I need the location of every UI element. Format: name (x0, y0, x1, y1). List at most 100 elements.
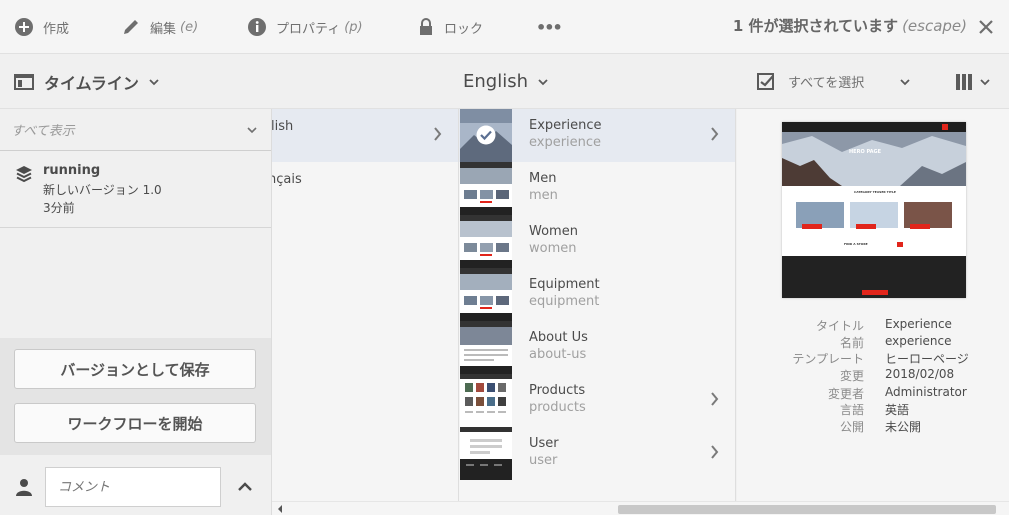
column-item-equipment[interactable]: Equipment equipment (459, 268, 735, 321)
column-item-about-us[interactable]: About Us about-us (459, 321, 735, 374)
checkbox-icon (757, 72, 774, 90)
item-title: Products (529, 383, 586, 398)
column-item-french[interactable]: nçais (272, 162, 458, 215)
breadcrumb[interactable]: English (463, 54, 548, 109)
chevron-down-icon (538, 78, 548, 85)
lock-button[interactable]: ロック (417, 14, 483, 40)
page-thumbnail (460, 374, 512, 427)
timeline-filter[interactable]: すべて表示 (0, 109, 271, 151)
more-actions-button[interactable]: ••• (536, 14, 563, 40)
chevron-right-icon[interactable] (433, 127, 442, 141)
rail-actions: バージョンとして保存 ワークフローを開始 (0, 338, 271, 455)
select-all-label: すべてを選択 (788, 76, 865, 91)
chevron-up-icon[interactable] (237, 482, 253, 492)
item-label: lish (272, 119, 294, 134)
properties-shortcut: (p) (344, 19, 363, 35)
property-label-modified-by: 変更者 (827, 387, 864, 401)
column-language: lish nçais (272, 109, 459, 501)
column-item-women[interactable]: Women women (459, 215, 735, 268)
properties-label: プロパティ (276, 21, 341, 37)
page-thumbnail (460, 427, 512, 480)
version-name: running (43, 163, 101, 178)
page-thumbnail (460, 109, 512, 162)
close-icon (979, 20, 993, 34)
item-name: women (529, 241, 577, 256)
property-value-title: Experience (885, 317, 952, 331)
item-title: About Us (529, 330, 588, 345)
item-label: nçais (272, 172, 302, 187)
column-view-icon (956, 73, 972, 90)
scrollbar-thumb[interactable] (618, 505, 996, 514)
comment-input[interactable] (45, 467, 221, 507)
item-name: men (529, 188, 558, 203)
chevron-right-icon[interactable] (710, 127, 719, 141)
column-item-men[interactable]: Men men (459, 162, 735, 215)
column-item-experience[interactable]: Experience experience (459, 109, 735, 162)
preview-hero-text: HERO PAGE (849, 149, 882, 155)
horizontal-scrollbar[interactable] (272, 501, 1009, 515)
item-title: Women (529, 224, 578, 239)
property-value-published: 未公開 (885, 420, 922, 434)
edit-button[interactable]: 編集 (e) (121, 14, 198, 40)
property-label-language: 言語 (839, 403, 864, 417)
start-workflow-button[interactable]: ワークフローを開始 (14, 403, 256, 443)
lock-label: ロック (444, 21, 484, 37)
column-item-english[interactable]: lish (272, 109, 458, 162)
property-label-template: テンプレート (792, 352, 864, 366)
page-thumbnail (460, 321, 512, 374)
chevron-down-icon (900, 78, 910, 85)
property-value-language: 英語 (885, 403, 910, 417)
properties-button[interactable]: プロパティ (p) (247, 14, 363, 40)
item-name: about-us (529, 347, 587, 362)
close-selection-button[interactable] (975, 16, 997, 38)
item-name: experience (529, 135, 602, 150)
rail-icon (14, 73, 34, 90)
item-name: equipment (529, 294, 600, 309)
timeline-version-item[interactable]: running 新しいバージョン 1.0 3分前 (0, 152, 271, 228)
version-description: 新しいバージョン 1.0 (43, 183, 162, 197)
scroll-left-arrow-icon[interactable] (277, 505, 283, 513)
preview-store-text: FIND A STORE (844, 242, 868, 246)
breadcrumb-title: English (463, 71, 528, 92)
chevron-down-icon (247, 127, 257, 134)
property-value-template: ヒーローページ (885, 352, 969, 366)
chevron-down-icon (149, 78, 159, 85)
chevron-right-icon[interactable] (710, 392, 719, 406)
select-all-button[interactable]: すべてを選択 (756, 54, 864, 109)
info-icon (248, 18, 266, 36)
column-item-user[interactable]: User user (459, 427, 735, 480)
lock-icon (420, 18, 432, 35)
pencil-icon (124, 20, 138, 34)
version-time: 3分前 (43, 201, 75, 215)
column-pages: Experience experience Men men Women wome… (459, 109, 736, 501)
preview-teaser-title: CATEGORY TEASER TITLE (854, 190, 896, 194)
item-name: products (529, 400, 586, 415)
select-all-dropdown[interactable] (900, 54, 910, 109)
rail-selector[interactable]: タイムライン (14, 54, 159, 109)
item-title: User (529, 436, 559, 451)
selection-count-text: 1 件が選択されています (732, 17, 899, 35)
create-label: 作成 (43, 21, 70, 37)
page-preview-thumbnail: HERO PAGE CATEGORY TEASER TITLE FIND A S… (782, 122, 966, 298)
property-value-modified-by: Administrator (885, 385, 967, 399)
action-bar: 作成 編集 (e) プロパティ (p) ロック ••• 1 件が選択されています… (0, 0, 1009, 54)
edit-label: 編集 (150, 21, 177, 37)
selection-shortcut: (escape) (902, 17, 967, 35)
save-as-version-button[interactable]: バージョンとして保存 (14, 349, 256, 389)
comment-area (0, 455, 271, 515)
layers-icon (16, 166, 32, 183)
filter-label: すべて表示 (11, 124, 75, 139)
item-title: Men (529, 171, 557, 186)
chevron-right-icon[interactable] (710, 445, 719, 459)
item-name: user (529, 453, 558, 468)
create-button[interactable]: 作成 (14, 14, 69, 40)
user-icon (16, 479, 32, 496)
ellipsis-icon: ••• (536, 17, 563, 37)
item-title: Equipment (529, 277, 600, 292)
property-label-name: 名前 (839, 336, 864, 350)
view-switcher[interactable] (954, 54, 990, 109)
item-title: Experience (529, 118, 602, 133)
selection-status: 1 件が選択されています (escape) (733, 15, 967, 36)
property-value-modified: 2018/02/08 (885, 367, 955, 381)
column-item-products[interactable]: Products products (459, 374, 735, 427)
